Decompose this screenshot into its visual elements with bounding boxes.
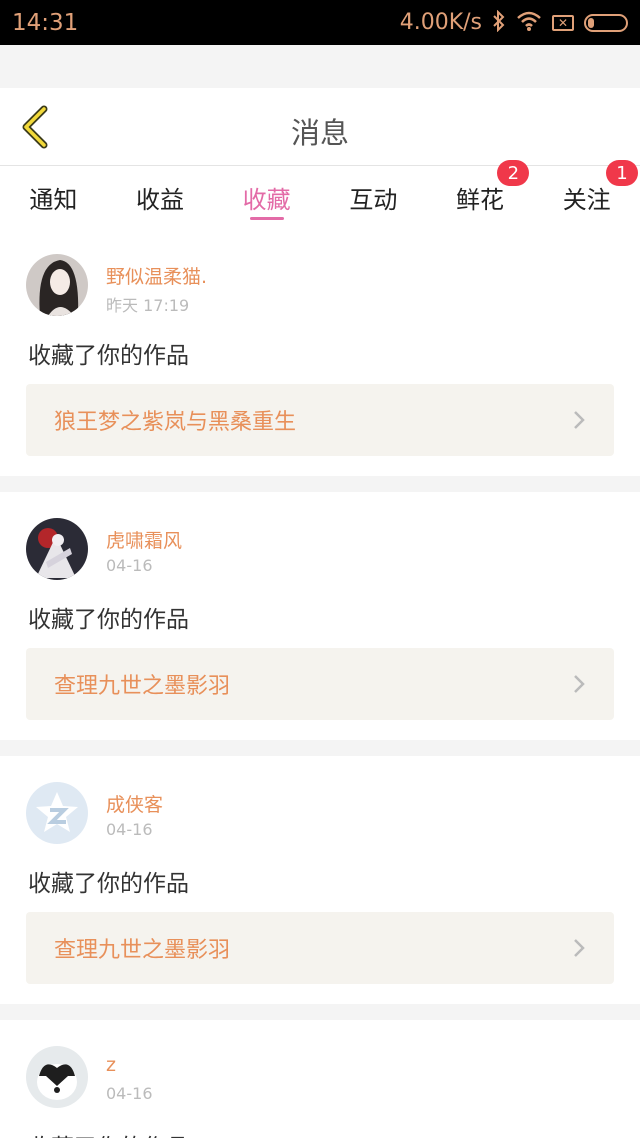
action-text: 收藏了你的作品 <box>28 871 189 897</box>
chevron-right-icon <box>572 673 586 695</box>
status-icons: 4.00K/s ✕ <box>399 9 628 35</box>
avatar[interactable] <box>26 254 88 316</box>
tab-label: 关注 <box>562 186 611 214</box>
unread-badge: 2 <box>497 160 530 186</box>
tab-label: 互动 <box>349 186 398 214</box>
status-bar: 14:31 4.00K/s ✕ <box>0 0 640 45</box>
message-time: 04-16 <box>106 820 153 839</box>
tab-bar: 通知 收益 收藏 互动 鲜花 2 关注 1 <box>0 160 640 228</box>
work-link[interactable]: 狼王梦之紫岚与黑桑重生 <box>26 384 614 456</box>
tab-label: 通知 <box>29 186 78 214</box>
avatar[interactable] <box>26 1046 88 1108</box>
battery-icon <box>584 13 628 32</box>
unread-badge: 1 <box>606 160 639 186</box>
network-speed: 4.00K/s <box>399 10 482 35</box>
tab-flowers[interactable]: 鲜花 2 <box>427 160 534 228</box>
work-link[interactable]: 查理九世之墨影羽 <box>26 648 614 720</box>
status-time: 14:31 <box>12 9 79 36</box>
avatar[interactable] <box>26 782 88 844</box>
tab-label: 收益 <box>136 186 184 214</box>
work-title: 查理九世之墨影羽 <box>54 674 231 699</box>
user-name[interactable]: 虎啸霜风 <box>106 526 182 553</box>
work-title: 查理九世之墨影羽 <box>54 938 231 963</box>
action-text: 收藏了你的作品 <box>28 607 189 633</box>
wifi-icon <box>516 10 542 35</box>
tab-follows[interactable]: 关注 1 <box>533 160 640 228</box>
user-name[interactable]: 野似温柔猫. <box>106 262 207 289</box>
message-card: 虎啸霜风 04-16 收藏了你的作品 查理九世之墨影羽 <box>0 492 640 740</box>
tab-label: 收藏 <box>242 186 291 214</box>
sim-icon: ✕ <box>552 14 574 31</box>
tab-notifications[interactable]: 通知 <box>0 166 107 228</box>
message-card: 成侠客 04-16 收藏了你的作品 查理九世之墨影羽 <box>0 756 640 1004</box>
tab-favorites[interactable]: 收藏 <box>213 166 320 228</box>
chevron-right-icon <box>572 409 586 431</box>
message-time: 04-16 <box>106 556 153 575</box>
header: 消息 <box>0 88 640 166</box>
message-time: 昨天 17:19 <box>106 296 190 315</box>
message-time: 04-16 <box>106 1084 153 1103</box>
user-name[interactable]: 成侠客 <box>106 790 163 817</box>
tab-label: 鲜花 <box>456 186 505 214</box>
tab-interactions[interactable]: 互动 <box>320 166 427 228</box>
chevron-right-icon <box>572 937 586 959</box>
work-link[interactable]: 查理九世之墨影羽 <box>26 912 614 984</box>
page-title: 消息 <box>290 116 349 150</box>
action-text: 收藏了你的作品 <box>28 343 189 369</box>
action-text: 收藏了你的作品 <box>28 1128 189 1138</box>
avatar[interactable] <box>26 518 88 580</box>
message-card: z 04-16 收藏了你的作品 <box>0 1020 640 1138</box>
tab-earnings[interactable]: 收益 <box>107 166 214 228</box>
work-title: 狼王梦之紫岚与黑桑重生 <box>54 410 297 435</box>
user-name[interactable]: z <box>106 1054 116 1076</box>
bluetooth-icon <box>492 9 506 35</box>
message-card: 野似温柔猫. 昨天 17:19 收藏了你的作品 狼王梦之紫岚与黑桑重生 <box>0 228 640 476</box>
